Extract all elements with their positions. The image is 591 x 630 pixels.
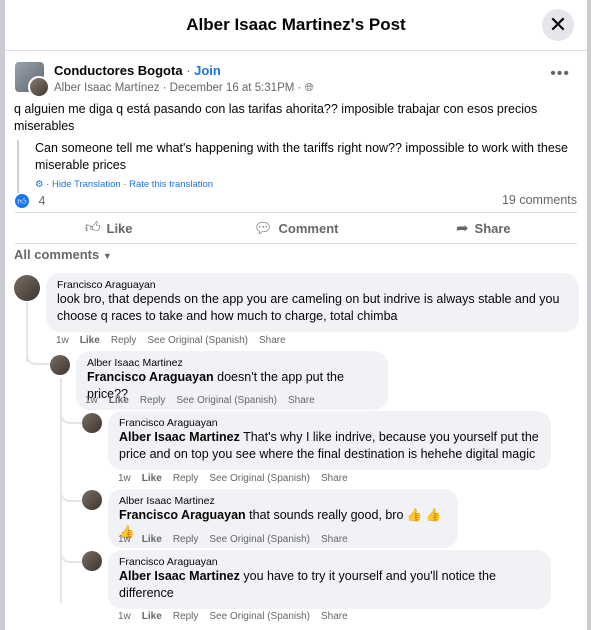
comment-filter-label: All comments bbox=[14, 247, 100, 262]
rate-translation-link[interactable]: Rate this translation bbox=[129, 179, 213, 190]
comment-author[interactable]: Francisco Araguayan bbox=[57, 279, 568, 291]
comment-like-link[interactable]: Like bbox=[80, 335, 100, 346]
comment-reply-link[interactable]: Reply bbox=[111, 335, 137, 346]
avatar[interactable] bbox=[82, 551, 102, 571]
comment-reply-link[interactable]: Reply bbox=[173, 473, 199, 484]
like-button[interactable]: 👍︎ Like bbox=[15, 213, 202, 243]
comment-reply-link[interactable]: Reply bbox=[173, 611, 199, 622]
avatar[interactable] bbox=[82, 490, 102, 510]
post-author-line[interactable]: Alber Isaac Martínez · December 16 at 5:… bbox=[54, 82, 301, 94]
comment-like-link[interactable]: Like bbox=[142, 534, 162, 545]
see-original-link[interactable]: See Original (Spanish) bbox=[209, 473, 310, 484]
mention-link[interactable]: Alber Isaac Martinez bbox=[119, 430, 240, 444]
translation-text: Can someone tell me what's happening wit… bbox=[35, 141, 568, 172]
comment-bubble: Francisco Araguayan look bro, that depen… bbox=[46, 273, 579, 332]
post-header: Conductores Bogota · Join Alber Isaac Ma… bbox=[5, 51, 587, 98]
thread-connector bbox=[26, 345, 50, 365]
see-original-link[interactable]: See Original (Spanish) bbox=[176, 395, 277, 406]
join-link[interactable]: Join bbox=[194, 63, 221, 78]
close-icon: ✕ bbox=[548, 12, 568, 37]
share-icon: ➦ bbox=[455, 220, 469, 237]
thread-connector bbox=[60, 486, 84, 502]
mention-link[interactable]: Francisco Araguayan bbox=[119, 508, 246, 522]
comment-icon: 💬︎ bbox=[253, 220, 273, 237]
like-label: Like bbox=[106, 220, 133, 236]
translation-block: Can someone tell me what's happening wit… bbox=[17, 140, 587, 193]
dialog-header: Alber Isaac Martinez's Post ✕ bbox=[5, 0, 587, 51]
comment-share-link[interactable]: Share bbox=[321, 534, 348, 545]
thread-connector bbox=[60, 408, 84, 424]
globe-icon: 🌐︎ bbox=[304, 82, 314, 94]
comment-actions: 1w Like Reply See Original (Spanish) Share bbox=[118, 611, 359, 622]
comment-button[interactable]: 💬︎ Comment bbox=[202, 213, 389, 243]
comment-actions: 1w Like Reply See Original (Spanish) Share bbox=[118, 473, 359, 484]
comment-like-link[interactable]: Like bbox=[142, 611, 162, 622]
comment-reply-link[interactable]: Reply bbox=[173, 534, 199, 545]
comment-actions: 1w Like Reply See Original (Spanish) Share bbox=[85, 395, 326, 406]
post-meta: Alber Isaac Martínez · December 16 at 5:… bbox=[54, 82, 314, 95]
comment-share-link[interactable]: Share bbox=[321, 473, 348, 484]
see-original-link[interactable]: See Original (Spanish) bbox=[209, 534, 310, 545]
see-original-link[interactable]: See Original (Spanish) bbox=[147, 335, 248, 346]
post-text: q alguien me diga q está pasando con las… bbox=[14, 102, 538, 133]
translation-links: ⚙ · Hide Translation · Rate this transla… bbox=[35, 179, 214, 190]
comment-time[interactable]: 1w bbox=[118, 611, 131, 622]
comment-share-link[interactable]: Share bbox=[288, 395, 315, 406]
avatar[interactable] bbox=[50, 355, 70, 375]
avatar[interactable] bbox=[14, 275, 40, 301]
hide-translation-link[interactable]: Hide Translation bbox=[52, 179, 121, 190]
comment-bubble: Francisco Araguayan Alber Isaac Martinez… bbox=[108, 550, 551, 609]
comments-count[interactable]: 19 comments bbox=[502, 193, 577, 207]
comment-author[interactable]: Alber Isaac Martinez bbox=[119, 495, 447, 507]
comment-author[interactable]: Alber Isaac Martinez bbox=[87, 357, 377, 369]
group-name[interactable]: Conductores Bogota bbox=[54, 63, 183, 78]
avatar[interactable] bbox=[82, 413, 102, 433]
see-original-link[interactable]: See Original (Spanish) bbox=[209, 611, 310, 622]
caret-down-icon: ▼ bbox=[102, 251, 112, 261]
comment-time[interactable]: 1w bbox=[118, 534, 131, 545]
group-line: Conductores Bogota · Join bbox=[54, 63, 221, 78]
thread-connector bbox=[60, 547, 84, 563]
reaction-stats: 👍︎ 4 19 comments bbox=[15, 193, 577, 211]
author-avatar[interactable] bbox=[28, 76, 50, 98]
close-button[interactable]: ✕ bbox=[542, 9, 574, 41]
comment-author[interactable]: Francisco Araguayan bbox=[119, 417, 540, 429]
comment-time[interactable]: 1w bbox=[85, 395, 98, 406]
comment-text: Alber Isaac Martinez That's why I like i… bbox=[119, 429, 540, 463]
comment-time[interactable]: 1w bbox=[118, 473, 131, 484]
comment-actions: 1w Like Reply See Original (Spanish) Share bbox=[118, 534, 359, 545]
comment-reply-link[interactable]: Reply bbox=[140, 395, 166, 406]
share-label: Share bbox=[474, 220, 511, 236]
mention-link[interactable]: Alber Isaac Martinez bbox=[119, 569, 240, 583]
like-reaction-icon[interactable]: 👍︎ bbox=[15, 193, 29, 208]
comment-filter[interactable]: All comments ▼ bbox=[14, 247, 112, 262]
comment-like-link[interactable]: Like bbox=[142, 473, 162, 484]
mention-link[interactable]: Francisco Araguayan bbox=[87, 370, 214, 384]
thumbs-up-icon: 👍︎ bbox=[84, 219, 101, 236]
reaction-count[interactable]: 4 bbox=[38, 194, 45, 208]
gear-icon: ⚙ bbox=[35, 179, 44, 190]
comment-actions: 1w Like Reply See Original (Spanish) Share bbox=[56, 335, 297, 346]
comment-author[interactable]: Francisco Araguayan bbox=[119, 556, 540, 568]
comment-body: look bro, that depends on the app you ar… bbox=[57, 292, 560, 323]
share-button[interactable]: ➦ Share bbox=[390, 213, 577, 243]
comment-like-link[interactable]: Like bbox=[109, 395, 129, 406]
post-dialog: Alber Isaac Martinez's Post ✕ Conductore… bbox=[5, 0, 587, 630]
action-bar: 👍︎ Like 💬︎ Comment ➦ Share bbox=[15, 212, 577, 244]
comment-text: Alber Isaac Martinez you have to try it … bbox=[119, 568, 540, 602]
more-options-icon[interactable]: ••• bbox=[550, 65, 570, 83]
comment-share-link[interactable]: Share bbox=[321, 611, 348, 622]
comment-text: look bro, that depends on the app you ar… bbox=[57, 291, 568, 325]
dialog-title: Alber Isaac Martinez's Post bbox=[186, 15, 406, 34]
comment-share-link[interactable]: Share bbox=[259, 335, 286, 346]
comment-label: Comment bbox=[278, 220, 339, 236]
comment-time[interactable]: 1w bbox=[56, 335, 69, 346]
comment-bubble: Francisco Araguayan Alber Isaac Martinez… bbox=[108, 411, 551, 470]
